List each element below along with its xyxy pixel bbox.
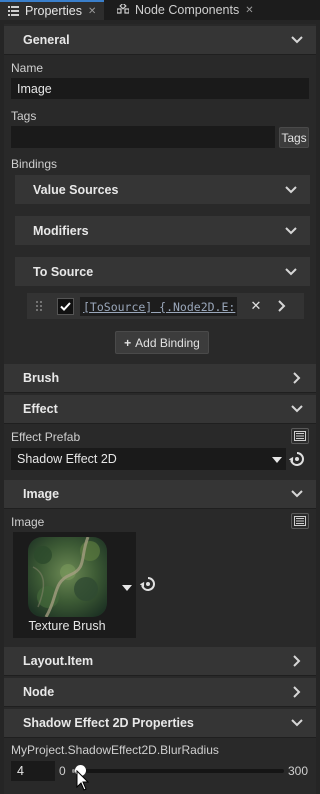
close-icon[interactable]: ✕: [88, 6, 96, 17]
section-image-title: Image: [23, 487, 60, 501]
dropdown-arrow-icon[interactable]: [122, 580, 132, 591]
close-icon[interactable]: ✕: [245, 5, 253, 16]
modifiers-title: Modifiers: [33, 223, 89, 238]
chevron-down-icon: [284, 265, 298, 279]
section-node-title: Node: [23, 685, 55, 699]
section-image-header[interactable]: Image: [4, 480, 316, 509]
chevron-right-icon[interactable]: [276, 299, 288, 313]
chevron-down-icon: [290, 33, 304, 47]
tab-properties-label: Properties: [25, 4, 82, 18]
thumbnail-caption: Texture Brush: [28, 619, 106, 633]
effect-prefab-label: Effect Prefab: [11, 430, 81, 444]
slider-max-label: 300: [288, 764, 309, 778]
asset-picker-icon[interactable]: [291, 513, 309, 529]
chevron-right-icon: [290, 685, 304, 699]
remove-binding-icon[interactable]: ✕: [250, 298, 262, 313]
tab-node-components-label: Node Components: [135, 3, 240, 17]
plus-icon: +: [124, 335, 132, 350]
tags-label: Tags: [11, 109, 37, 123]
reset-icon[interactable]: [288, 451, 305, 467]
binding-expression-field[interactable]: [ToSource] {.Node2D.E:: [80, 297, 237, 316]
tags-field[interactable]: [11, 126, 275, 148]
section-node-header[interactable]: Node: [4, 678, 316, 707]
section-general-title: General: [23, 33, 70, 47]
image-label: Image: [11, 515, 45, 529]
checkmark-icon: [60, 302, 71, 311]
slider-min-label: 0: [59, 764, 66, 778]
asset-picker-icon[interactable]: [291, 428, 309, 444]
blur-radius-input[interactable]: 4: [11, 761, 55, 781]
drag-handle-icon[interactable]: [35, 299, 43, 313]
components-icon: [116, 4, 130, 16]
name-field-value: Image: [17, 81, 52, 96]
binding-enabled-checkbox[interactable]: [57, 298, 74, 315]
section-layout-item-title: Layout.Item: [23, 654, 94, 668]
section-brush-title: Brush: [23, 371, 60, 385]
modifiers-header[interactable]: Modifiers: [15, 216, 310, 245]
tab-properties[interactable]: Properties ✕: [0, 0, 104, 20]
chevron-right-icon: [290, 371, 304, 385]
to-source-header[interactable]: To Source: [15, 257, 310, 286]
blur-radius-value: 4: [17, 764, 24, 778]
bindings-label: Bindings: [11, 157, 58, 171]
chevron-right-icon: [290, 654, 304, 668]
section-layout-item-header[interactable]: Layout.Item: [4, 647, 316, 676]
chevron-down-icon: [290, 716, 304, 730]
section-effect-title: Effect: [23, 402, 58, 416]
tags-button[interactable]: Tags: [279, 127, 309, 148]
name-label: Name: [11, 61, 44, 75]
blur-radius-slider-track[interactable]: [72, 769, 284, 773]
texture-thumbnail: [28, 537, 107, 617]
mouse-cursor-icon: [76, 769, 90, 792]
list-icon: [6, 6, 20, 16]
blur-radius-label: MyProject.ShadowEffect2D.BlurRadius: [11, 743, 219, 757]
to-source-title: To Source: [33, 264, 94, 279]
section-general-header[interactable]: General: [4, 26, 316, 55]
value-sources-header[interactable]: Value Sources: [15, 175, 310, 204]
dropdown-arrow-icon: [272, 452, 282, 466]
add-binding-label: Add Binding: [135, 335, 200, 350]
chevron-down-icon: [290, 487, 304, 501]
section-brush-header[interactable]: Brush: [4, 364, 316, 393]
add-binding-button[interactable]: + Add Binding: [115, 331, 209, 354]
value-sources-title: Value Sources: [33, 182, 119, 197]
section-effect-header[interactable]: Effect: [4, 395, 316, 424]
effect-prefab-select[interactable]: Shadow Effect 2D: [11, 448, 286, 470]
section-shadow-effect-title: Shadow Effect 2D Properties: [23, 716, 194, 730]
chevron-down-icon: [290, 402, 304, 416]
tab-node-components[interactable]: Node Components ✕: [110, 0, 260, 20]
chevron-down-icon: [284, 224, 298, 238]
name-field[interactable]: Image: [11, 78, 309, 99]
effect-prefab-value: Shadow Effect 2D: [17, 452, 117, 466]
chevron-down-icon: [284, 183, 298, 197]
section-shadow-effect-header[interactable]: Shadow Effect 2D Properties: [4, 709, 316, 738]
reset-icon[interactable]: [139, 576, 156, 592]
